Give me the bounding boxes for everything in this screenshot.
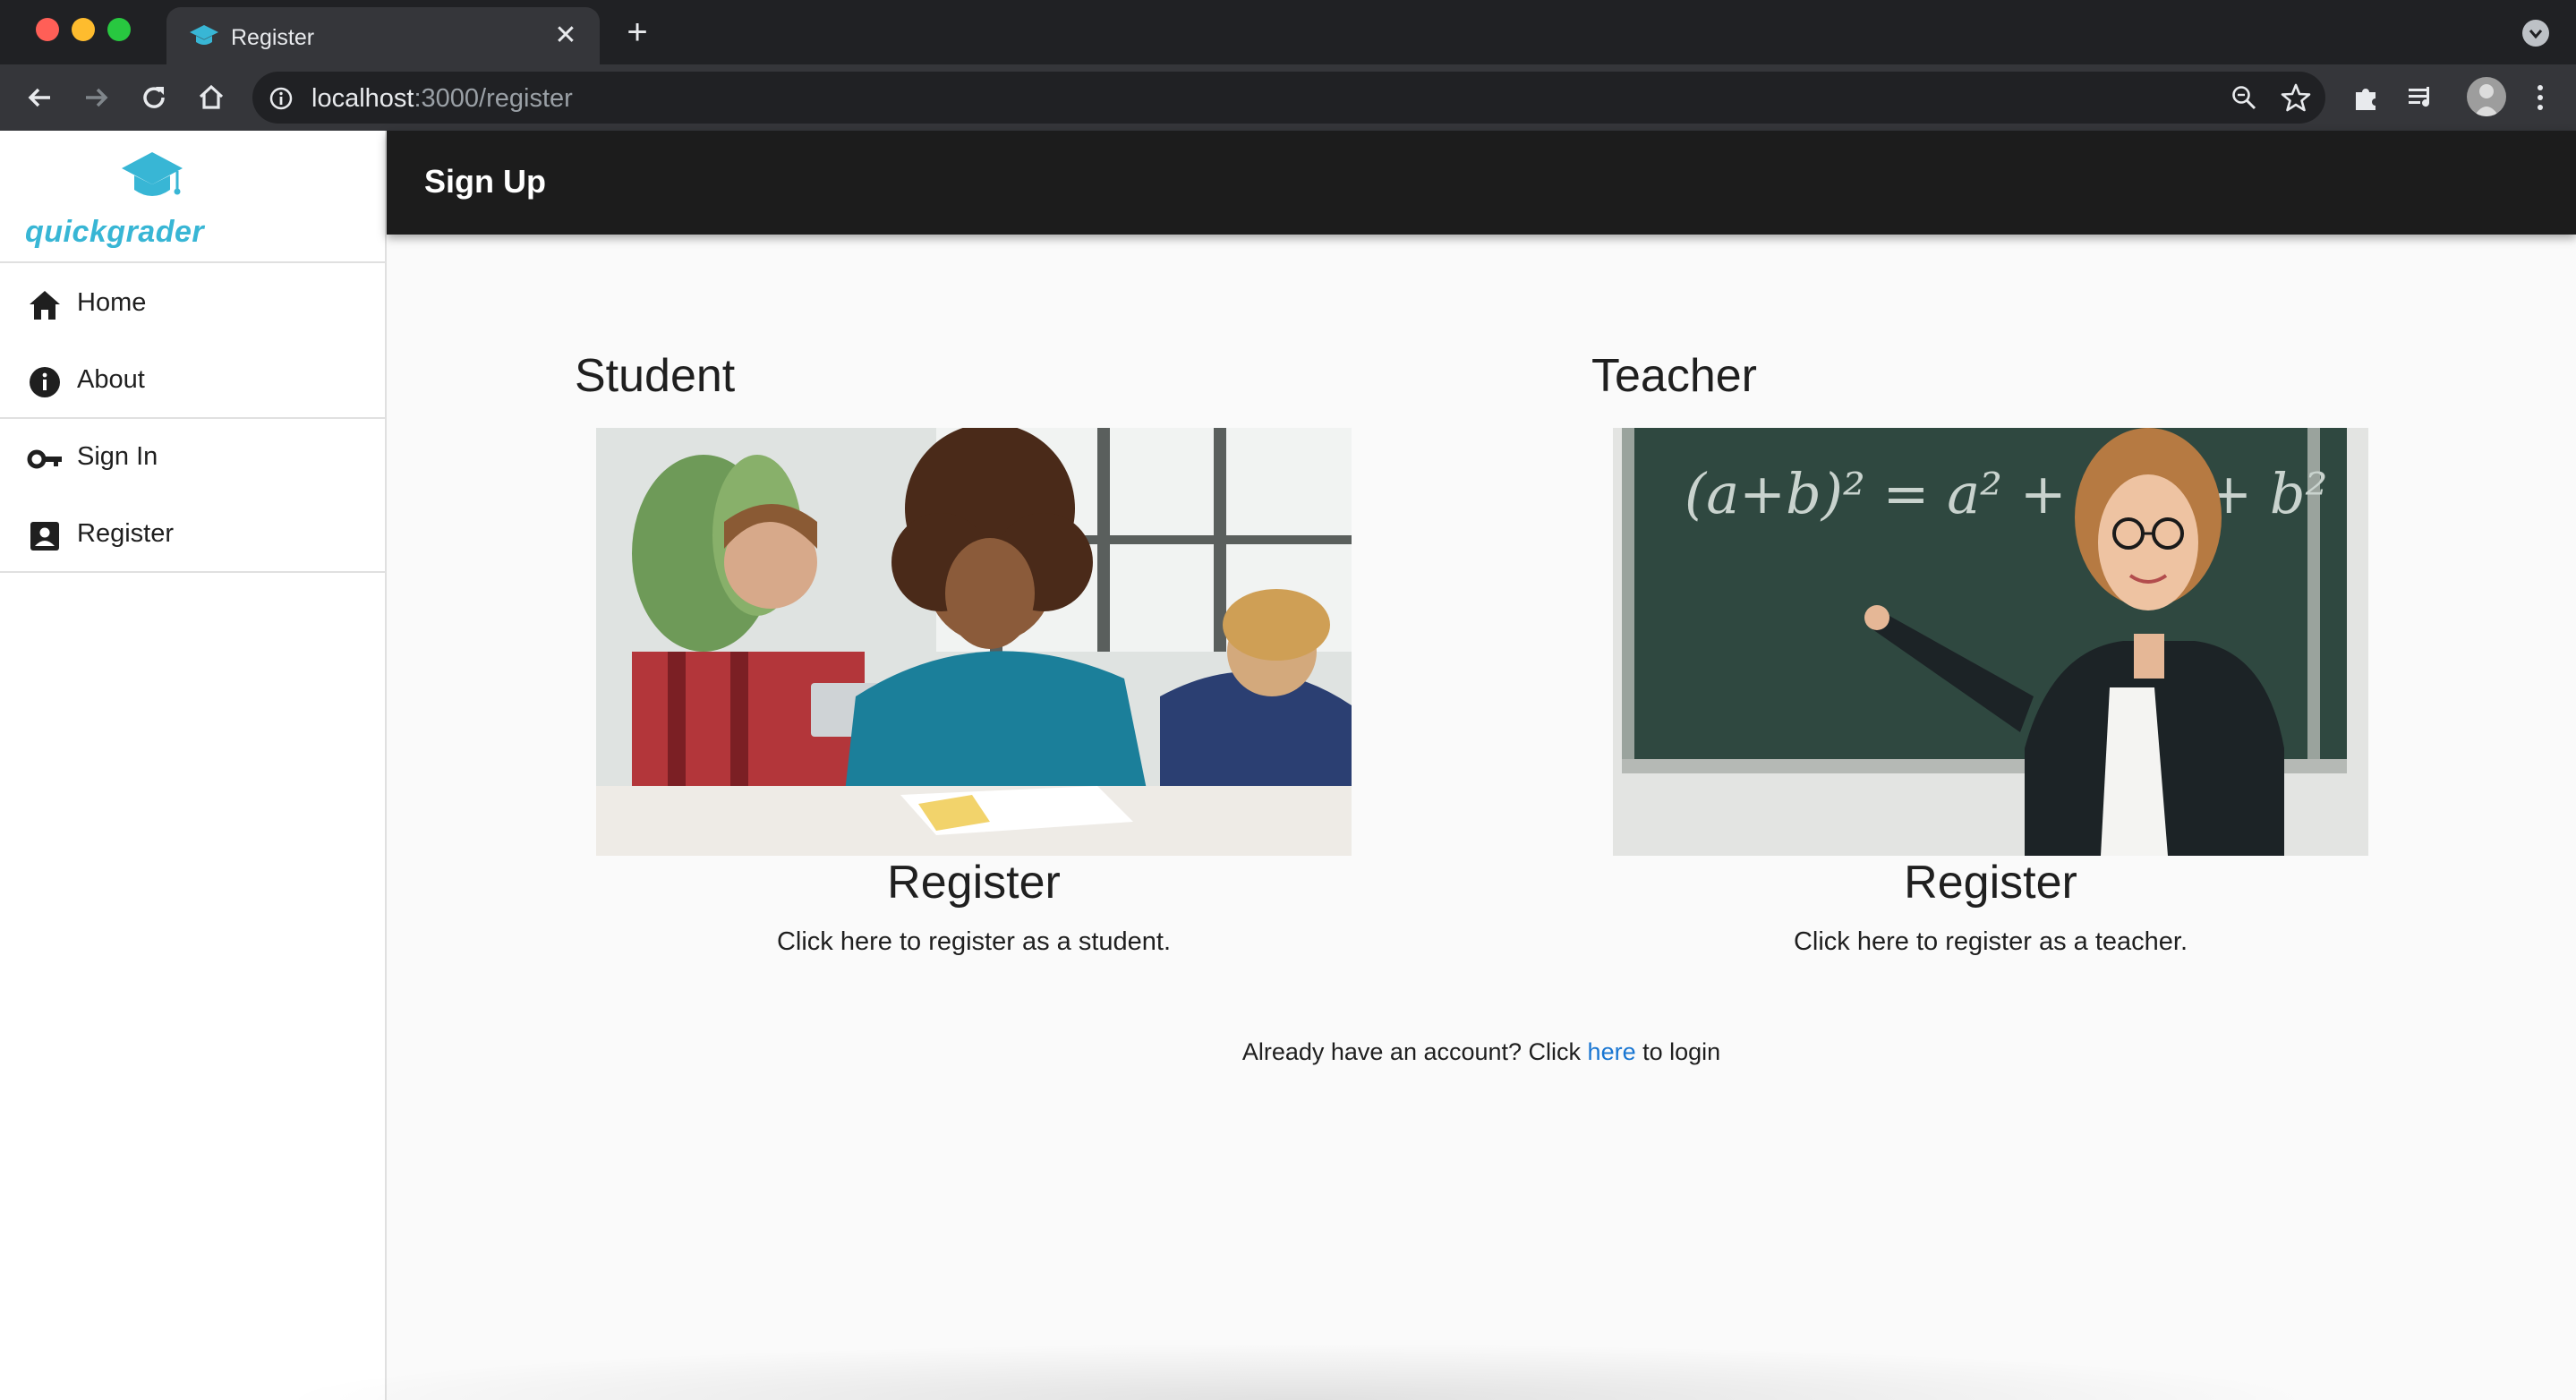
teacher-card[interactable]: Teacher (a+b)² = a² + 2ab + b² Register … (1591, 349, 2397, 976)
logo-text: quickgrader (25, 215, 205, 249)
register-teacher-title[interactable]: Register (1613, 856, 2368, 909)
window-zoom-button[interactable] (107, 18, 131, 41)
browser-toolbar: localhost:3000/register (0, 64, 2576, 131)
sidebar: quickgrader Home About Sign In Register (0, 131, 387, 1400)
extensions-icon[interactable] (2349, 80, 2384, 115)
app-bar: Sign Up (387, 131, 2576, 235)
star-icon[interactable] (2281, 82, 2311, 113)
home-icon[interactable] (193, 80, 229, 115)
account-box-icon (30, 522, 59, 551)
avatar[interactable] (2467, 77, 2506, 116)
window-close-button[interactable] (36, 18, 59, 41)
url-path: :3000/register (414, 84, 573, 113)
register-teacher-description: Click here to register as a teacher. (1793, 927, 2188, 956)
menu-icon[interactable] (2522, 80, 2558, 115)
content-shadow (269, 1343, 2327, 1400)
login-prompt-suffix: to login (1635, 1038, 1721, 1065)
sidebar-item-label: About (77, 365, 145, 394)
logo[interactable]: quickgrader (21, 149, 204, 249)
graduation-cap-icon (190, 25, 218, 45)
tab-close-icon[interactable]: ✕ (548, 18, 584, 54)
sidebar-item-home[interactable]: Home (0, 265, 385, 342)
url-host: localhost (311, 84, 414, 113)
tab-title: Register (231, 25, 315, 50)
chalk-formula: (a+b)² = a² + 2ab + b² (1685, 461, 2327, 526)
back-icon[interactable] (21, 80, 57, 115)
sidebar-item-register[interactable]: Register (0, 496, 385, 573)
new-tab-button[interactable]: + (618, 13, 657, 52)
graduation-cap-icon (122, 152, 183, 196)
teacher-photo[interactable]: (a+b)² = a² + 2ab + b² (1613, 428, 2368, 856)
student-card[interactable]: Student Register Click here to register … (575, 349, 1380, 976)
window-minimize-button[interactable] (72, 18, 95, 41)
sidebar-item-about[interactable]: About (0, 342, 385, 419)
student-photo[interactable] (596, 428, 1352, 856)
address-bar[interactable]: localhost:3000/register (252, 72, 2325, 124)
card-heading: Teacher (1591, 350, 1757, 402)
browser-tab-strip: Register ✕ + (0, 0, 2576, 64)
register-student-title[interactable]: Register (596, 856, 1352, 909)
zoom-icon[interactable] (2231, 84, 2257, 111)
sidebar-item-label: Sign In (77, 442, 158, 471)
tab-search-icon[interactable] (2522, 20, 2549, 47)
sidebar-item-label: Home (77, 288, 147, 317)
sidebar-item-label: Register (77, 519, 174, 548)
sidebar-divider (0, 261, 385, 263)
login-prompt-prefix: Already have an account? Click (1241, 1038, 1588, 1065)
media-icon[interactable] (2404, 80, 2440, 115)
home-icon (30, 291, 60, 320)
forward-icon[interactable] (79, 80, 115, 115)
url-text[interactable]: localhost:3000/register (311, 84, 573, 114)
sidebar-item-sign-in[interactable]: Sign In (0, 419, 385, 496)
login-link[interactable]: here (1588, 1038, 1636, 1065)
info-icon (30, 367, 60, 397)
page-title: Sign Up (424, 163, 546, 200)
sidebar-divider (0, 571, 385, 573)
login-prompt: Already have an account? Click here to l… (985, 1038, 1978, 1066)
card-heading: Student (575, 350, 736, 402)
browser-tab[interactable]: Register ✕ (166, 7, 600, 64)
register-student-description: Click here to register as a student. (776, 927, 1172, 956)
key-icon (27, 449, 62, 469)
reload-icon[interactable] (136, 80, 172, 115)
info-icon[interactable] (269, 86, 294, 111)
